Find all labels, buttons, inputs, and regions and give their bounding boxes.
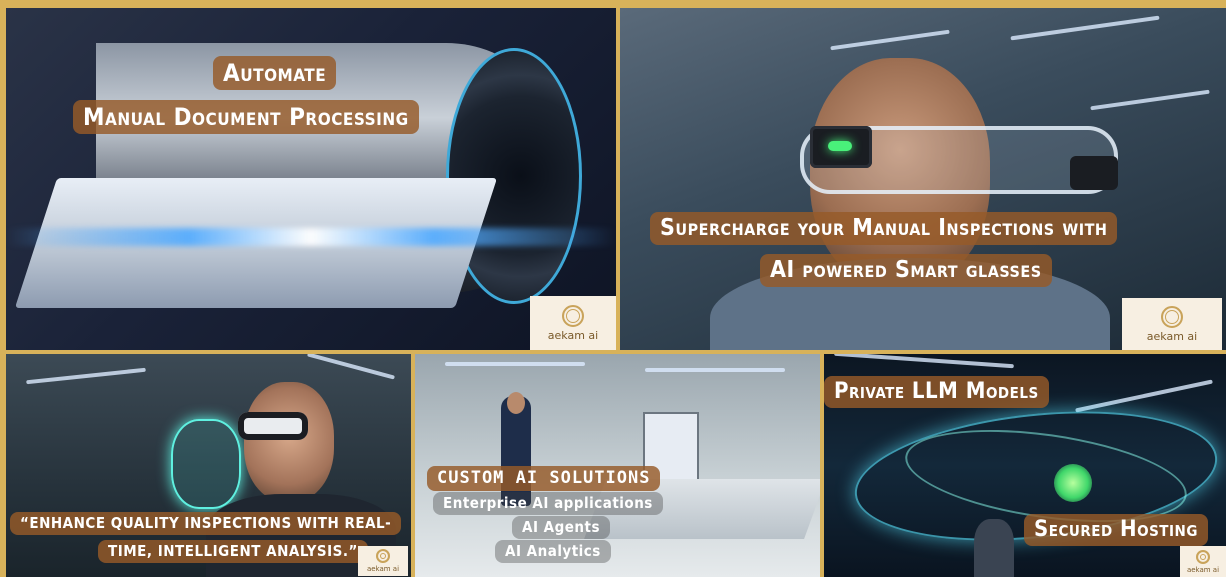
secured-hosting-label: Secured Hosting — [1024, 514, 1208, 546]
logo-text: aekam ai — [547, 328, 599, 342]
green-led-icon — [828, 141, 852, 151]
custom-ai-item-enterprise: Enterprise AI applications — [433, 492, 663, 515]
logo-text: aekam ai — [366, 565, 400, 573]
hologram-head — [171, 419, 241, 509]
green-core-icon — [1054, 464, 1092, 502]
logo-ring-icon — [1196, 549, 1210, 564]
man-standing-head — [507, 392, 525, 414]
logo-text: aekam ai — [1186, 565, 1220, 574]
logo-ring-icon — [562, 304, 584, 327]
private-llm-label: Private LLM Models — [824, 376, 1049, 408]
tile-document-processing: Automate Manual Document Processing aeka… — [6, 8, 616, 350]
document-processing-title: Manual Document Processing — [73, 100, 419, 134]
quality-quote-line2: TIME, INTELLIGENT ANALYSIS.” — [98, 540, 368, 563]
smart-glasses-title-line1: Supercharge your Manual Inspections with — [650, 212, 1118, 245]
custom-ai-item-analytics: AI Analytics — [495, 540, 611, 563]
glasses-module-right — [1070, 156, 1118, 190]
logo-text: aekam ai — [1146, 329, 1198, 343]
tile-custom-ai-solutions: CUSTOM AI SOLUTIONS Enterprise AI applic… — [415, 354, 820, 577]
person-seated — [974, 519, 1014, 577]
tile-private-llm: Private LLM Models Secured Hosting aekam… — [824, 354, 1226, 577]
aekam-logo: aekam ai — [358, 546, 408, 576]
aekam-logo: aekam ai — [530, 296, 616, 350]
tile-smart-glasses: Supercharge your Manual Inspections with… — [620, 8, 1226, 350]
custom-ai-item-agents: AI Agents — [512, 516, 611, 539]
logo-ring-icon — [1161, 305, 1183, 328]
quality-quote-line1: “ENHANCE QUALITY INSPECTIONS WITH REAL- — [10, 512, 402, 535]
aekam-logo: aekam ai — [1122, 298, 1222, 350]
tile-quality-inspection: “ENHANCE QUALITY INSPECTIONS WITH REAL- … — [6, 354, 411, 577]
aekam-logo: aekam ai — [1180, 546, 1226, 577]
smart-glasses-title-line2: AI powered Smart glasses — [760, 254, 1052, 287]
logo-ring-icon — [376, 549, 390, 563]
automate-title: Automate — [213, 56, 337, 90]
custom-ai-heading: CUSTOM AI SOLUTIONS — [427, 466, 661, 492]
man-head — [244, 382, 334, 502]
blue-light-streak — [6, 228, 616, 246]
vr-goggles — [238, 412, 308, 440]
